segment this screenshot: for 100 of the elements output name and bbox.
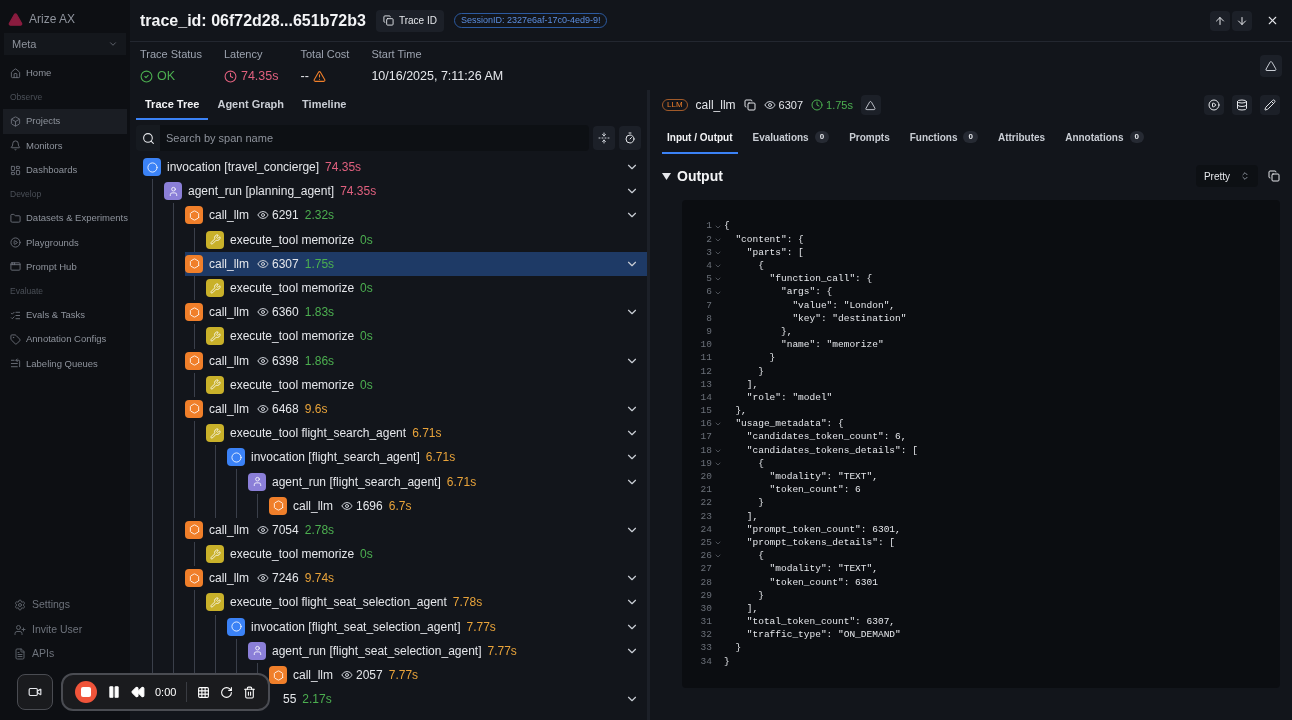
- line-number: 1: [705, 219, 712, 234]
- span-name: call_llm: [209, 400, 249, 418]
- cube-icon: [10, 115, 21, 127]
- format-select[interactable]: Pretty: [1195, 165, 1258, 187]
- sidebar-item[interactable]: Home: [3, 61, 127, 86]
- play-icon: [10, 237, 21, 249]
- copy-trace-id-button[interactable]: Trace ID: [375, 9, 444, 32]
- grid-icon[interactable]: [197, 685, 211, 699]
- window-icon: [10, 261, 21, 273]
- tree-row[interactable]: invocation [travel_concierge] 74.35s: [143, 155, 647, 180]
- code-line: },: [734, 404, 747, 419]
- tree-row[interactable]: call_llm 6291 2.32s: [185, 203, 647, 228]
- trash-icon[interactable]: [243, 685, 257, 699]
- tree-row[interactable]: call_llm 7246 9.74s: [185, 566, 647, 591]
- tree-row[interactable]: execute_tool memorize 0s: [206, 542, 647, 567]
- check-icon: [140, 69, 153, 83]
- token-count: 6291: [272, 207, 299, 225]
- tree-row[interactable]: execute_tool memorize 0s: [206, 324, 647, 349]
- tree-row[interactable]: agent_run [flight_search_agent] 6.71s: [248, 469, 647, 494]
- span-name: call_llm: [209, 255, 249, 273]
- caret-icon[interactable]: [662, 172, 671, 180]
- tree-row[interactable]: 55 2.17s: [275, 687, 647, 712]
- graph-button[interactable]: [861, 95, 881, 115]
- dataset-button[interactable]: [1232, 95, 1252, 115]
- tree-row[interactable]: agent_run [planning_agent] 74.35s: [164, 179, 647, 204]
- section-label: Observe: [9, 91, 44, 105]
- tab[interactable]: Agent Graph: [208, 90, 294, 120]
- code-line: }: [757, 496, 764, 511]
- trace-title: trace_id: 06f72d28...651b72b3: [140, 10, 366, 31]
- code-line: ],: [745, 601, 759, 616]
- tab[interactable]: Evaluations 0: [747, 122, 835, 154]
- code-line: "prompt_token_count": 6301,: [745, 522, 901, 537]
- span-duration: 6.71s: [412, 425, 442, 443]
- search-field[interactable]: Search by span name: [160, 125, 589, 151]
- sidebar-item[interactable]: Monitors: [3, 133, 127, 158]
- graph-button[interactable]: [1260, 55, 1282, 77]
- tree-row[interactable]: execute_tool memorize 0s: [206, 227, 647, 252]
- tree-row[interactable]: call_llm 6398 1.86s: [185, 348, 647, 373]
- tree-row[interactable]: execute_tool memorize 0s: [206, 372, 647, 397]
- count-badge: 0: [963, 131, 978, 143]
- next-button[interactable]: [1232, 10, 1252, 31]
- tab[interactable]: Prompts: [844, 122, 895, 154]
- tree-row[interactable]: call_llm 7054 2.78s: [185, 517, 647, 542]
- tree-row[interactable]: call_llm 6360 1.83s: [185, 300, 647, 325]
- edit-button[interactable]: [1260, 95, 1280, 115]
- tree-row[interactable]: call_llm 2057 7.77s: [269, 662, 647, 688]
- line-number: 30: [699, 601, 712, 616]
- tab[interactable]: Annotations 0: [1060, 122, 1149, 154]
- line-number: 32: [699, 628, 712, 643]
- line-number: 31: [699, 615, 712, 630]
- tree-row[interactable]: invocation [flight_seat_selection_agent] 7.77s: [227, 614, 647, 639]
- tree-row[interactable]: execute_tool memorize 0s: [206, 275, 647, 301]
- span-name: call_llm: [293, 667, 333, 685]
- token-count: 1696: [356, 497, 383, 515]
- copy-icon[interactable]: [1268, 170, 1280, 182]
- tree-row[interactable]: agent_run [flight_seat_selection_agent] 7.77s: [248, 638, 647, 663]
- previous-button[interactable]: [1210, 10, 1230, 31]
- sidebar-item[interactable]: Labeling Queues: [3, 351, 127, 376]
- pause-icon[interactable]: [107, 685, 121, 699]
- sidebar-item[interactable]: Datasets & Experiments: [3, 206, 127, 231]
- camera-button[interactable]: [17, 674, 53, 710]
- tree-row[interactable]: call_llm 6468 9.6s: [185, 396, 647, 422]
- sidebar-item[interactable]: Playgrounds: [3, 230, 127, 255]
- sidebar-item[interactable]: Dashboards: [3, 157, 127, 183]
- tree-row[interactable]: invocation [flight_search_agent] 6.71s: [227, 445, 647, 470]
- tab[interactable]: Trace Tree: [136, 90, 209, 120]
- tab[interactable]: Attributes: [992, 122, 1051, 154]
- collapse-button[interactable]: [593, 126, 615, 150]
- sidebar-item[interactable]: APIs: [4, 641, 126, 666]
- code-line: ],: [745, 377, 759, 392]
- wrench-icon: [206, 279, 224, 298]
- tree-row[interactable]: call_llm 1696 6.7s: [269, 493, 647, 518]
- timer-button[interactable]: [619, 126, 641, 150]
- workspace-select[interactable]: Meta: [4, 33, 126, 55]
- restart-icon[interactable]: [220, 685, 234, 699]
- span-name: execute_tool memorize: [230, 546, 355, 564]
- span-name: invocation [flight_seat_selection_agent]: [251, 618, 461, 636]
- run-button[interactable]: [1204, 95, 1224, 115]
- code-line: "traffic_type": "ON_DEMAND": [745, 628, 901, 643]
- sidebar-item[interactable]: Projects: [3, 109, 127, 134]
- tab[interactable]: Functions 0: [904, 122, 983, 154]
- sidebar-item[interactable]: Invite User: [4, 617, 126, 642]
- tree-row[interactable]: execute_tool flight_search_agent 6.71s: [206, 421, 647, 446]
- sidebar-item[interactable]: Settings: [4, 593, 126, 618]
- tab[interactable]: Input / Output: [662, 122, 738, 154]
- clock-icon: [223, 69, 237, 83]
- wrench-icon: [206, 327, 224, 346]
- code-line: }: [724, 654, 730, 669]
- search-button[interactable]: [136, 125, 160, 151]
- copy-icon[interactable]: [743, 99, 756, 111]
- tab[interactable]: Timeline: [293, 90, 356, 120]
- cost-value: --: [300, 67, 309, 85]
- tree-row[interactable]: call_llm 6307 1.75s: [185, 251, 647, 276]
- span-duration: 7.78s: [452, 594, 483, 612]
- sidebar-item[interactable]: Annotation Configs: [3, 327, 127, 352]
- stop-button[interactable]: [75, 681, 97, 703]
- tree-row[interactable]: execute_tool flight_seat_selection_agent 7.78s: [206, 590, 647, 615]
- rewind-icon[interactable]: [131, 685, 145, 699]
- sidebar-item[interactable]: Evals & Tasks: [3, 303, 127, 328]
- sidebar-item[interactable]: Prompt Hub: [3, 254, 127, 280]
